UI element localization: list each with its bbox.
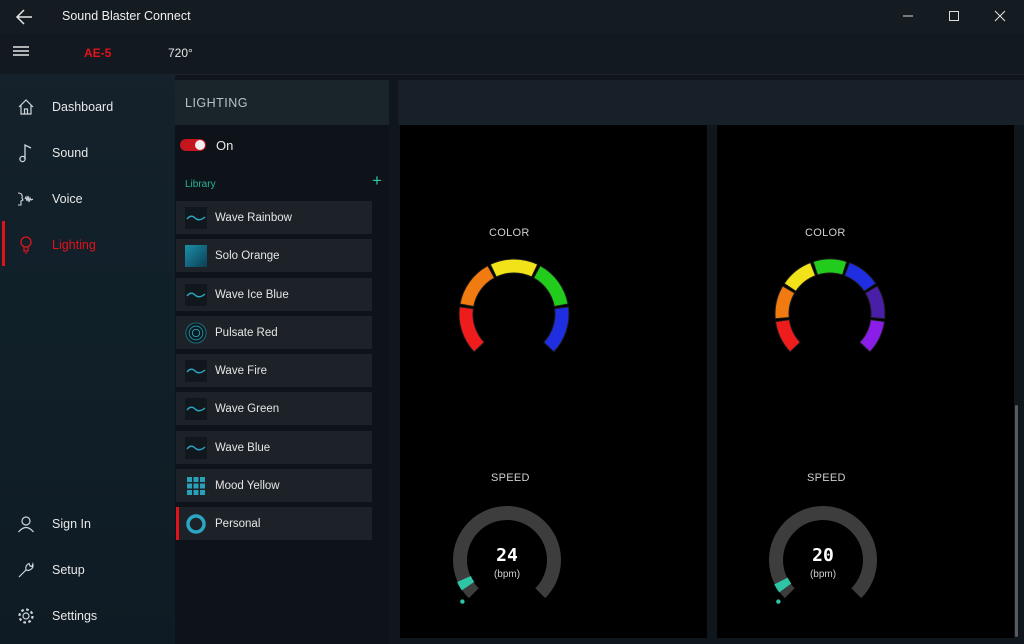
nav-item-signin[interactable]: Sign In [0,504,175,544]
lighting-toggle[interactable] [180,139,206,151]
person-icon [18,516,34,533]
speed-label: SPEED [807,472,846,484]
maximize-icon [949,11,959,21]
color-label: COLOR [489,227,530,239]
wave-icon [185,359,207,382]
speed-min-marker [776,599,781,604]
library-item-label: Wave Ice Blue [215,288,289,301]
speed-unit: (bpm) [809,569,837,580]
maximize-button[interactable] [931,0,977,32]
speed-handle[interactable] [774,577,792,593]
window-title: Sound Blaster Connect [62,9,191,23]
device-selector[interactable]: AE-5 [84,46,111,60]
library-item[interactable]: Wave Ice Blue [176,278,372,311]
add-preset-button[interactable]: + [369,171,385,190]
music-note-icon [19,143,32,163]
wrench-icon [18,562,34,578]
color-segment[interactable] [812,258,848,276]
library-item[interactable]: Wave Blue [176,431,372,464]
color-segment[interactable] [774,285,796,320]
color-segment[interactable] [843,261,877,292]
nav-item-label: Settings [52,609,98,623]
device-bar [0,34,1024,75]
lighting-toggle-label: On [216,138,234,153]
page-title: LIGHTING [185,96,249,110]
minimize-icon [903,15,913,17]
nav-item-label: Sign In [52,517,91,531]
color-wheel[interactable] [769,258,891,372]
wave-icon [185,283,207,306]
speed-min-marker [460,599,465,604]
library-item[interactable]: Solo Orange [176,239,372,272]
nav-item-setup[interactable]: Setup [0,550,175,590]
nav-item-dashboard[interactable]: Dashboard [0,87,175,127]
nav-item-label: Dashboard [52,100,114,114]
wave-icon [185,206,207,229]
solid-color-icon [185,244,207,267]
library-item[interactable]: Mood Yellow [176,469,372,502]
library-item[interactable]: Wave Green [176,392,372,425]
nav-item-lighting[interactable]: Lighting [0,225,175,265]
library-item-label: Wave Green [215,402,280,415]
library-item-label: Wave Blue [215,441,271,454]
toggle-knob [195,140,205,150]
color-segment[interactable] [864,285,886,320]
speed-value: 24 [496,545,518,566]
library-item-label: Solo Orange [215,249,280,262]
nav-item-voice[interactable]: Voice [0,179,175,219]
ring-icon [185,513,207,535]
nav-item-sound[interactable]: Sound [0,133,175,173]
wave-icon [185,436,207,459]
grid-icon [185,475,207,497]
library-item-label: Personal [215,517,261,530]
close-icon [994,10,1006,22]
scrollbar-thumb[interactable] [1015,405,1018,637]
close-button[interactable] [977,0,1023,32]
speed-handle[interactable] [457,575,475,591]
pulse-icon [185,321,207,344]
nav-item-label: Setup [52,563,85,577]
voice-icon [17,192,34,206]
nav-item-label: Voice [52,192,83,206]
color-label: COLOR [805,227,846,239]
library-item[interactable]: Wave Rainbow [176,201,372,234]
library-item[interactable]: Wave Fire [176,354,372,387]
library-item-label: Wave Rainbow [215,211,292,224]
main-area-header [398,80,1024,125]
color-segment[interactable] [489,258,539,278]
library-item-label: Wave Fire [215,364,267,377]
speed-label: SPEED [491,472,530,484]
minimize-button[interactable] [885,0,931,32]
speed-value: 20 [812,545,834,566]
color-segment[interactable] [532,264,569,308]
color-wheel[interactable] [453,258,575,372]
speed-unit: (bpm) [493,569,521,580]
device-mode-tab[interactable]: 720° [168,46,193,60]
nav-item-label: Sound [52,146,89,160]
library-label: Library [185,179,216,190]
library-item-label: Pulsate Red [215,326,278,339]
library-item[interactable]: Pulsate Red [176,316,372,349]
nav-item-label: Lighting [52,238,96,252]
library-item-selected[interactable]: Personal [176,507,372,540]
hamburger-icon [13,46,29,56]
plus-icon: + [372,171,382,190]
color-segment[interactable] [774,319,801,353]
back-button[interactable] [8,5,40,29]
arrow-left-icon [15,9,32,25]
color-segment[interactable] [859,319,886,353]
gear-icon [18,608,34,624]
color-segment[interactable] [459,264,496,308]
menu-button[interactable] [12,44,36,62]
home-icon [18,99,34,115]
color-segment[interactable] [458,306,485,353]
nav-item-settings[interactable]: Settings [0,596,175,636]
wave-icon [185,397,207,420]
color-segment[interactable] [543,306,570,353]
library-item-label: Mood Yellow [215,479,280,492]
color-segment[interactable] [783,261,817,292]
lightbulb-icon [20,236,32,254]
